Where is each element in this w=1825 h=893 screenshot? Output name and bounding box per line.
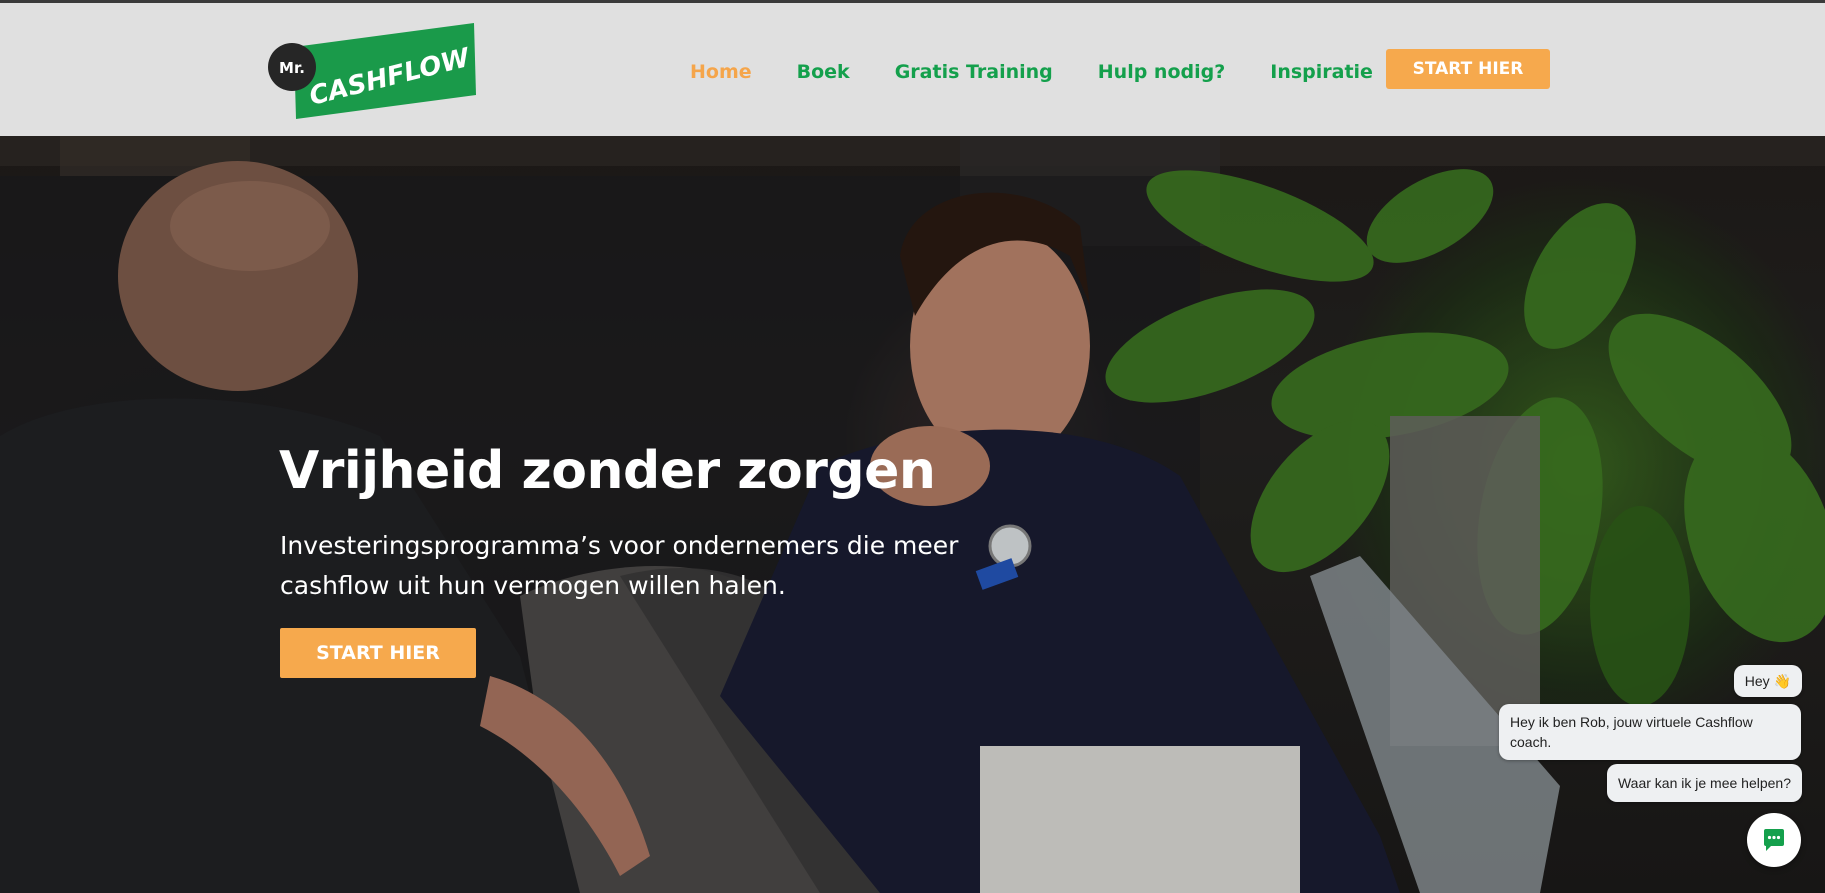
hero-title: Vrijheid zonder zorgen (279, 441, 936, 501)
logo-prefix: Mr. (279, 59, 305, 77)
hero-section: Vrijheid zonder zorgen Investeringsprogr… (0, 136, 1825, 893)
nav-hulp-nodig[interactable]: Hulp nodig? (1098, 61, 1225, 83)
nav-home[interactable]: Home (690, 61, 752, 83)
header-start-button[interactable]: START HIER (1386, 49, 1550, 89)
chat-message-greeting[interactable]: Hey 👋 (1733, 665, 1802, 697)
chat-launcher-button[interactable] (1747, 813, 1801, 867)
nav-inspiratie[interactable]: Inspiratie (1270, 61, 1373, 83)
hero-start-button[interactable]: START HIER (280, 628, 476, 678)
nav-gratis-training[interactable]: Gratis Training (895, 61, 1053, 83)
hero-subtitle: Investeringsprogramma’s voor ondernemers… (280, 531, 959, 600)
logo[interactable]: Mr. CASHFLOW (266, 19, 476, 123)
nav-boek[interactable]: Boek (797, 61, 850, 83)
chat-message-question[interactable]: Waar kan ik je mee helpen? (1606, 764, 1802, 802)
hero-background-photo (0, 136, 1825, 893)
main-nav: Home Boek Gratis Training Hulp nodig? In… (690, 49, 1418, 95)
chat-message-intro[interactable]: Hey ik ben Rob, jouw virtuele Cashflow c… (1499, 704, 1801, 760)
logo-graphic: Mr. CASHFLOW (268, 23, 476, 119)
site-header: Mr. CASHFLOW Home Boek Gratis Training H… (0, 3, 1825, 136)
chat-bubble-icon (1764, 829, 1784, 851)
